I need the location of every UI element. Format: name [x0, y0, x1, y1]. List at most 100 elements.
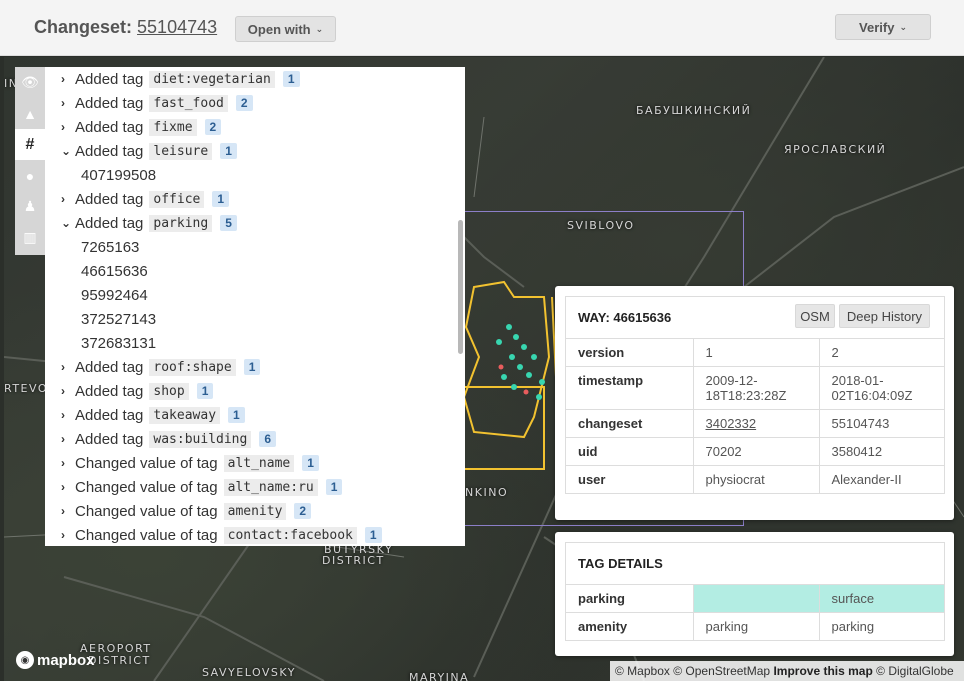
way-details-frame: WAY: 46615636 OSM Deep History version 1 2… — [565, 296, 945, 494]
verify-button[interactable]: Verify ⌄ — [835, 14, 931, 40]
tag-change-row[interactable]: › Added tag fixme 2 — [61, 115, 465, 139]
tag-details-frame: TAG DETAILS parking surface amenity parking… — [565, 542, 945, 641]
chevron-right-icon[interactable]: › — [61, 504, 75, 518]
count-badge: 1 — [364, 527, 382, 543]
chevron-right-icon[interactable]: › — [61, 72, 75, 86]
tag-change-row[interactable]: › Changed value of tag alt_name:ru 1 — [61, 475, 465, 499]
chevron-down-icon: ⌄ — [315, 23, 324, 34]
attrib-digitalglobe[interactable]: © DigitalGlobe — [876, 664, 954, 678]
attr-old-value: physiocrat — [693, 465, 820, 493]
tag-change-row[interactable]: › Added tag diet:vegetarian 1 — [61, 67, 465, 91]
tag-key: shop — [149, 382, 189, 400]
tag-detail-old — [693, 585, 820, 613]
table-row: amenity parking parking — [566, 612, 944, 640]
attr-new-value: 2018-01-02T16:04:09Z — [819, 366, 944, 410]
attr-old-value[interactable]: 3402332 — [693, 409, 820, 438]
count-badge: 1 — [220, 143, 237, 159]
attr-new-value: 2 — [831, 345, 839, 360]
table-row: version 1 2 — [566, 339, 944, 367]
osm-button[interactable]: OSM — [795, 304, 835, 328]
tag-key: contact:facebook — [223, 526, 357, 544]
verify-label: Verify — [859, 19, 895, 35]
tag-change-action: Added tag — [75, 430, 144, 448]
count-badge: 1 — [325, 479, 343, 495]
map-label: DISTRICT — [88, 654, 151, 667]
attr-key: user — [566, 465, 694, 493]
chevron-right-icon[interactable]: › — [61, 528, 75, 542]
tag-key: diet:vegetarian — [149, 70, 275, 88]
tag-change-row[interactable]: › Added tag roof:shape 1 — [61, 355, 465, 379]
open-with-button[interactable]: Open with ⌄ — [235, 16, 336, 42]
tag-change-action: Added tag — [75, 70, 144, 88]
tag-change-action: Changed value of tag — [75, 454, 218, 472]
chevron-down-icon[interactable]: ⌄ — [61, 144, 75, 158]
count-badge: 1 — [302, 455, 319, 471]
mapbox-logo: ◉ mapbox — [16, 651, 95, 669]
chevron-right-icon[interactable]: › — [61, 384, 75, 398]
feature-id-link[interactable]: 95992464 — [61, 283, 465, 307]
improve-map-link[interactable]: Improve this map — [773, 664, 872, 678]
tag-key: parking — [149, 214, 213, 232]
map-label: DISTRICT — [322, 554, 385, 567]
tag-change-row[interactable]: › Added tag was:building 6 — [61, 427, 465, 451]
chevron-right-icon[interactable]: › — [61, 120, 75, 134]
way-attributes-table: version 1 2 timestamp 2009-12-18T18:23:28Z 20… — [566, 339, 944, 493]
mapbox-icon: ◉ — [16, 651, 34, 669]
tag-change-row[interactable]: › Changed value of tag alt_name 1 — [61, 451, 465, 475]
tag-change-row[interactable]: › Changed value of tag amenity 2 — [61, 499, 465, 523]
comment-icon[interactable]: ● — [15, 160, 45, 191]
eye-icon[interactable]: 👁 — [15, 67, 45, 98]
table-row: parking surface — [566, 585, 944, 613]
tag-change-action: Added tag — [75, 190, 144, 208]
chevron-right-icon[interactable]: › — [61, 432, 75, 446]
table-row: changeset 3402332 55104743 — [566, 409, 944, 438]
tag-change-row[interactable]: › Added tag takeaway 1 — [61, 403, 465, 427]
changeset-link[interactable]: 55104743 — [137, 17, 217, 37]
tag-change-row[interactable]: › Added tag office 1 — [61, 187, 465, 211]
tag-change-row[interactable]: ⌄ Added tag parking 5 — [61, 211, 465, 235]
page-title: Changeset: 55104743 — [34, 17, 217, 38]
tag-change-row[interactable]: ⌄ Added tag leisure 1 — [61, 139, 465, 163]
map-icon[interactable]: ▥ — [15, 222, 45, 253]
open-with-label: Open with — [247, 21, 311, 37]
chevron-right-icon[interactable]: › — [61, 408, 75, 422]
tag-change-row[interactable]: › Added tag fast_food 2 — [61, 91, 465, 115]
chevron-down-icon: ⌄ — [899, 21, 907, 32]
tag-key: alt_name — [223, 454, 295, 472]
chevron-right-icon[interactable]: › — [61, 96, 75, 110]
table-row: uid 70202 3580412 — [566, 437, 944, 466]
tag-detail-key: amenity — [566, 612, 694, 640]
feature-id-link[interactable]: 7265163 — [61, 235, 465, 259]
chevron-right-icon[interactable]: › — [61, 360, 75, 374]
feature-id-link[interactable]: 407199508 — [61, 163, 465, 187]
chevron-right-icon[interactable]: › — [61, 192, 75, 206]
tag-details-popup: TAG DETAILS parking surface amenity parking… — [555, 532, 954, 656]
tag-detail-key: parking — [566, 585, 694, 613]
count-badge: 2 — [235, 95, 253, 111]
feature-id-link[interactable]: 372683131 — [61, 331, 465, 355]
hash-icon[interactable]: # — [15, 129, 45, 160]
tag-change-action: Changed value of tag — [75, 478, 218, 496]
attrib-osm[interactable]: © OpenStreetMap — [673, 664, 770, 678]
deep-history-button[interactable]: Deep History — [839, 304, 930, 328]
tag-details-table: parking surface amenity parking parking — [566, 585, 944, 640]
attrib-mapbox[interactable]: © Mapbox — [615, 664, 670, 678]
top-header: Changeset: 55104743 Open with ⌄ Verify ⌄ — [0, 0, 964, 56]
panel-scrollbar[interactable] — [458, 220, 463, 354]
user-icon[interactable]: ♟ — [15, 191, 45, 222]
tag-change-action: Added tag — [75, 358, 144, 376]
chevron-right-icon[interactable]: › — [61, 456, 75, 470]
warning-icon[interactable]: ▲ — [15, 98, 45, 129]
chevron-down-icon[interactable]: ⌄ — [61, 216, 75, 230]
attr-key: changeset — [566, 409, 694, 438]
attr-key: timestamp — [566, 366, 694, 410]
tag-key: fixme — [149, 118, 197, 136]
chevron-right-icon[interactable]: › — [61, 480, 75, 494]
tag-change-row[interactable]: › Changed value of tag contact:facebook 1 — [61, 523, 465, 546]
feature-id-link[interactable]: 372527143 — [61, 307, 465, 331]
feature-id-link[interactable]: 46615636 — [61, 259, 465, 283]
tag-change-action: Added tag — [75, 142, 144, 160]
count-badge: 1 — [228, 407, 245, 423]
count-badge: 2 — [204, 119, 222, 135]
tag-change-row[interactable]: › Added tag shop 1 — [61, 379, 465, 403]
